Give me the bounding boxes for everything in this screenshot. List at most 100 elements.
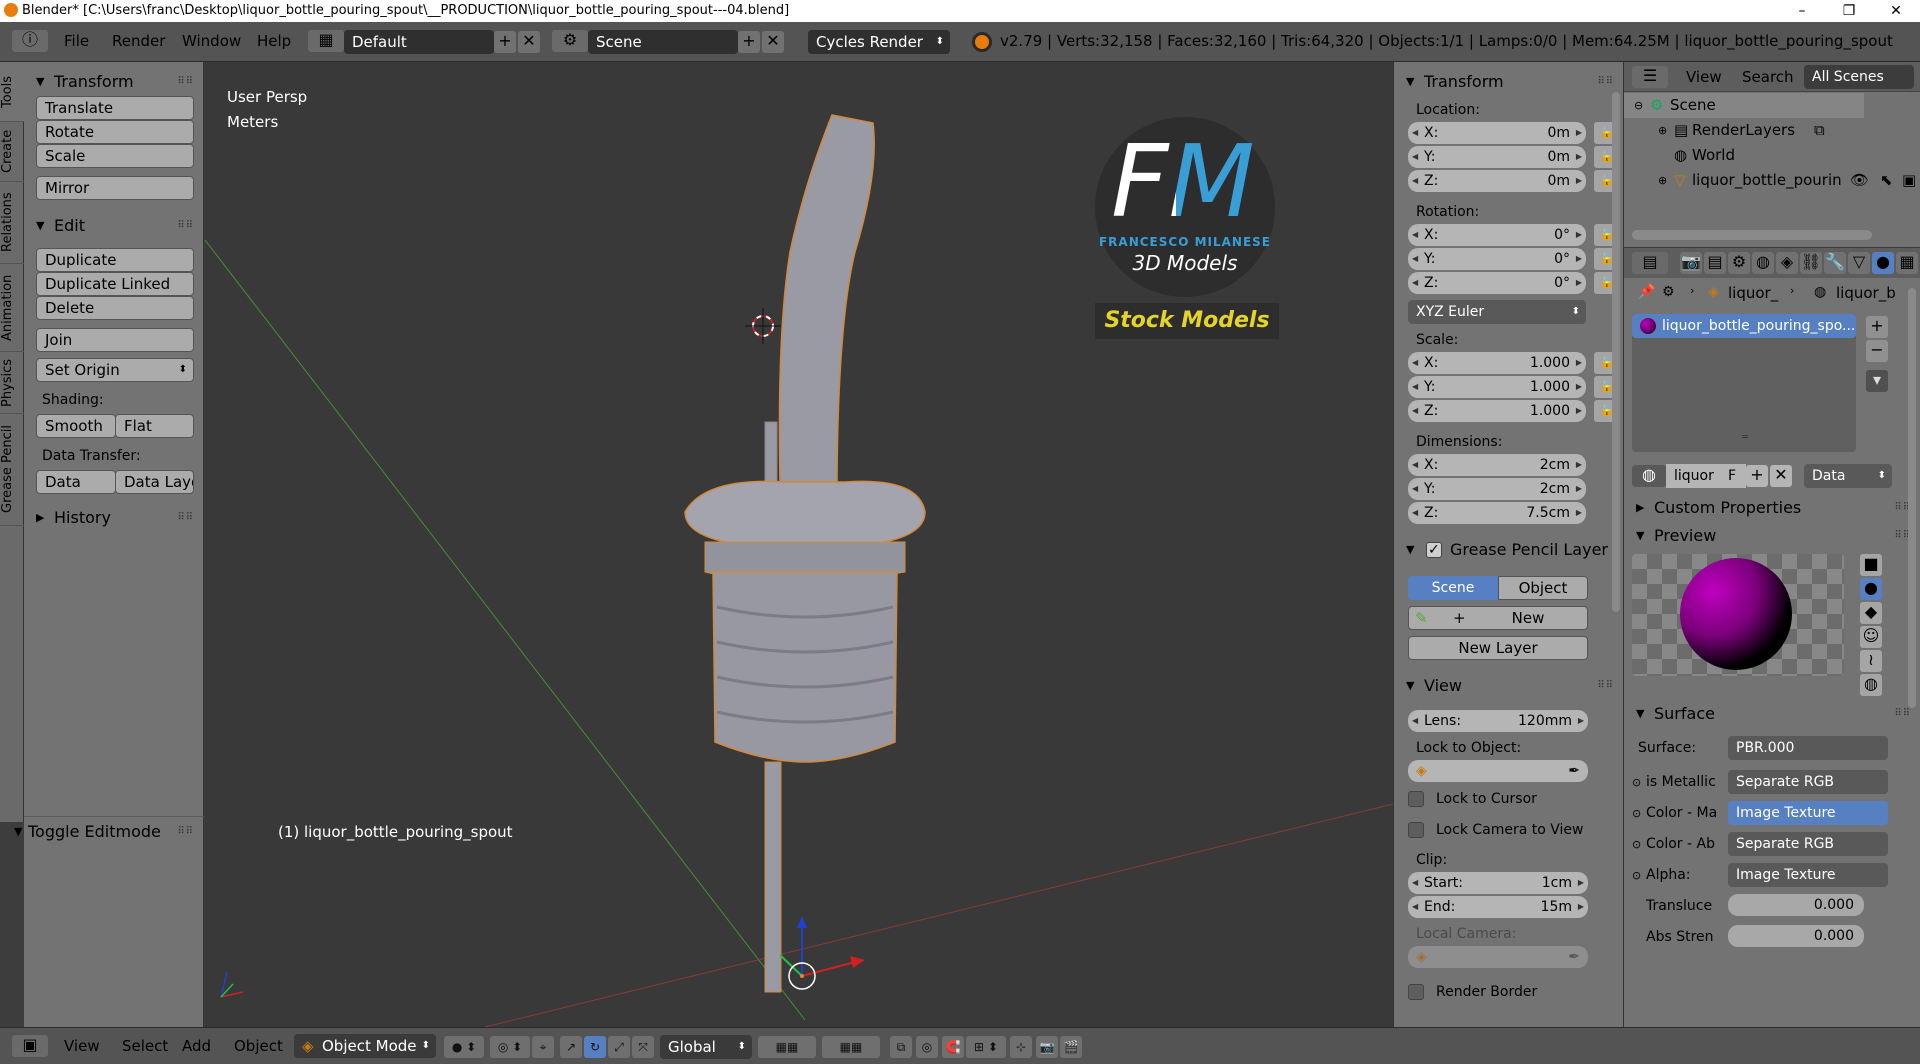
translucency-slider[interactable]: 0.000 [1728,894,1864,916]
scene-tab-icon[interactable]: ⚙ [1728,252,1750,274]
outliner-item-spout[interactable]: ⊕ ▽ liquor_bottle_pouring_s 👁 ⬉ ▣ [1624,168,1920,193]
preview-cube-icon[interactable]: ◆ [1860,602,1882,624]
grease-object-button[interactable]: Object [1498,576,1588,600]
remove-scene-icon[interactable]: ✕ [762,31,784,53]
duplicate-button[interactable]: Duplicate [36,248,194,272]
outliner-scrollbar[interactable] [1632,230,1872,240]
scale-z-field[interactable]: ◀ Z: 1.000 ▶ [1408,400,1586,422]
data-layout-button[interactable]: Data Layo [115,470,194,494]
scale-button[interactable]: Scale [36,144,194,168]
mirror-button[interactable]: Mirror [36,176,194,200]
scale-x-field[interactable]: ◀ X: 1.000 ▶ [1408,352,1586,374]
viewport-shading-icon[interactable]: ● ⬍ [444,1036,484,1058]
minimize-button[interactable]: – [1780,0,1824,22]
abs-strength-slider[interactable]: 0.000 [1728,925,1864,947]
cursor-select-icon[interactable]: ⬉ [1880,168,1893,193]
render-layers-tab-icon[interactable]: ▤ [1704,252,1726,274]
add-layout-icon[interactable]: + [494,31,516,53]
scale-y-field[interactable]: ◀ Y: 1.000 ▶ [1408,376,1586,398]
layers-group-2-icon[interactable]: ▦▦ [822,1036,880,1058]
breadcrumb-material[interactable]: liquor_b [1836,284,1896,302]
pin-icon[interactable]: 📌 [1638,284,1655,300]
n-transform-panel-header[interactable]: ▼ Transform ⠿⠿ [1394,68,1624,96]
socket-icon[interactable]: ⊙ [1632,776,1641,789]
grease-scene-button[interactable]: Scene [1408,576,1498,600]
slot-specials-icon[interactable]: ▾ [1866,370,1888,392]
eyedropper-icon[interactable]: ✒ [1568,946,1580,968]
outliner-editor-type-icon[interactable]: ☰ [1632,66,1668,88]
rotate-button[interactable]: Rotate [36,120,194,144]
smooth-shading-button[interactable]: Smooth [36,414,116,438]
material-link-select[interactable]: Data ⬍ [1804,464,1892,488]
grease-pencil-layer-header[interactable]: ▼ ✓ Grease Pencil Layer [1394,536,1624,564]
material-slot-item[interactable]: liquor_bottle_pouring_spo... [1632,314,1856,338]
menu-help[interactable]: Help [257,32,291,50]
input-color-ma-select[interactable]: Image Texture [1728,801,1888,825]
lock-camera-checkbox[interactable] [1408,822,1424,838]
location-x-field[interactable]: ◀ X: 0m ▶ [1408,122,1586,144]
scene-field[interactable]: Scene [588,30,738,54]
surface-header[interactable]: ▼ Surface ⠿⠿ [1624,700,1920,728]
outliner-item-world[interactable]: ◍ World [1624,143,1864,168]
data-transfer-button[interactable]: Data [36,470,116,494]
pivot-point-icon[interactable]: ◎ ⬍ [490,1036,530,1058]
collapse-icon[interactable]: ⊖ [1634,93,1643,118]
render-layer-link-icon[interactable]: ⧉ [1814,118,1825,143]
transform-panel-header[interactable]: ▼ Transform ⠿⠿ [24,68,204,96]
constraints-tab-icon[interactable]: ⛓ [1800,252,1822,274]
new-layer-button[interactable]: New Layer [1408,636,1588,660]
expand-icon[interactable]: ⊕ [1658,118,1667,143]
lock-layers-icon[interactable]: ⧉ [890,1036,912,1058]
outliner-filter-select[interactable]: All Scenes [1804,65,1914,89]
browse-material-icon[interactable]: ◍ [1632,465,1666,487]
menu-file[interactable]: File [64,32,89,50]
socket-icon[interactable]: ⊙ [1632,838,1641,851]
screen-layout-icon[interactable]: ▦ [308,30,344,52]
toggle-editmode-panel-header[interactable]: ▼ Toggle Editmode ⠿⠿ [14,818,204,846]
render-engine-select[interactable]: Cycles Render ⬍ [808,30,950,54]
socket-icon[interactable]: ⊙ [1632,869,1641,882]
expand-icon[interactable]: ⊕ [1658,168,1667,193]
tab-tools[interactable]: Tools [0,62,24,122]
render-tab-icon[interactable]: 📷 [1680,252,1702,274]
drag-grip-icon[interactable]: ⠿⠿ [177,68,194,96]
snap-icon[interactable]: 🧲 [942,1036,964,1058]
menu-render[interactable]: Render [112,32,165,50]
outliner-view-menu[interactable]: View [1686,68,1722,86]
preview-sphere-icon[interactable]: ● [1860,578,1882,600]
custom-properties-header[interactable]: ▶ Custom Properties ⠿⠿ [1624,494,1920,522]
close-button[interactable]: ✕ [1874,0,1918,22]
render-preview-icon[interactable]: 📷 [1036,1036,1058,1058]
menu-select[interactable]: Select [122,1037,168,1055]
delete-button[interactable]: Delete [36,296,194,320]
drag-grip-icon[interactable]: ⠿⠿ [1597,672,1614,700]
location-y-field[interactable]: ◀ Y: 0m ▶ [1408,146,1586,168]
screen-layout-field[interactable]: Default [344,30,494,54]
menu-add[interactable]: Add [182,1037,211,1055]
rotation-y-field[interactable]: ◀ Y: 0° ▶ [1408,248,1586,270]
dimensions-y-field[interactable]: ◀ Y: 2cm ▶ [1408,478,1586,500]
eye-icon[interactable]: 👁 [1850,168,1869,193]
remove-material-slot-icon[interactable]: − [1866,340,1888,362]
npanel-scrollbar[interactable] [1612,92,1620,612]
outliner-item-scene[interactable]: ⊖ ⚙ Scene [1624,93,1864,118]
pencil-icon[interactable]: ✎ [1415,607,1428,629]
duplicate-linked-button[interactable]: Duplicate Linked [36,272,194,296]
outliner-item-renderlayers[interactable]: ⊕ ▤ RenderLayers ⧉ [1624,118,1864,143]
new-material-icon[interactable]: + [1746,465,1768,487]
snap-element-icon[interactable]: ⊞ ⬍ [966,1036,1006,1058]
clip-start-field[interactable]: ◀ Start: 1cm ▶ [1408,872,1588,894]
menu-object[interactable]: Object [234,1037,283,1055]
texture-tab-icon[interactable]: ▦ [1896,252,1918,274]
preview-flat-icon[interactable]: ■ [1860,554,1882,576]
preview-header[interactable]: ▼ Preview ⠿⠿ [1624,522,1920,550]
3d-viewport[interactable]: User Persp Meters FM FRANCESCO MILANESE … [205,62,1393,1027]
clip-end-field[interactable]: ◀ End: 15m ▶ [1408,896,1588,918]
scene-icon[interactable]: ⚙ [552,30,588,52]
socket-icon[interactable]: ⊙ [1632,807,1641,820]
tab-create[interactable]: Create [0,122,24,182]
edit-panel-header[interactable]: ▼ Edit ⠿⠿ [24,212,204,240]
data-tab-icon[interactable]: ▽ [1848,252,1870,274]
preview-monkey-icon[interactable]: ☺ [1860,626,1882,648]
n-view-panel-header[interactable]: ▼ View ⠿⠿ [1394,672,1624,700]
